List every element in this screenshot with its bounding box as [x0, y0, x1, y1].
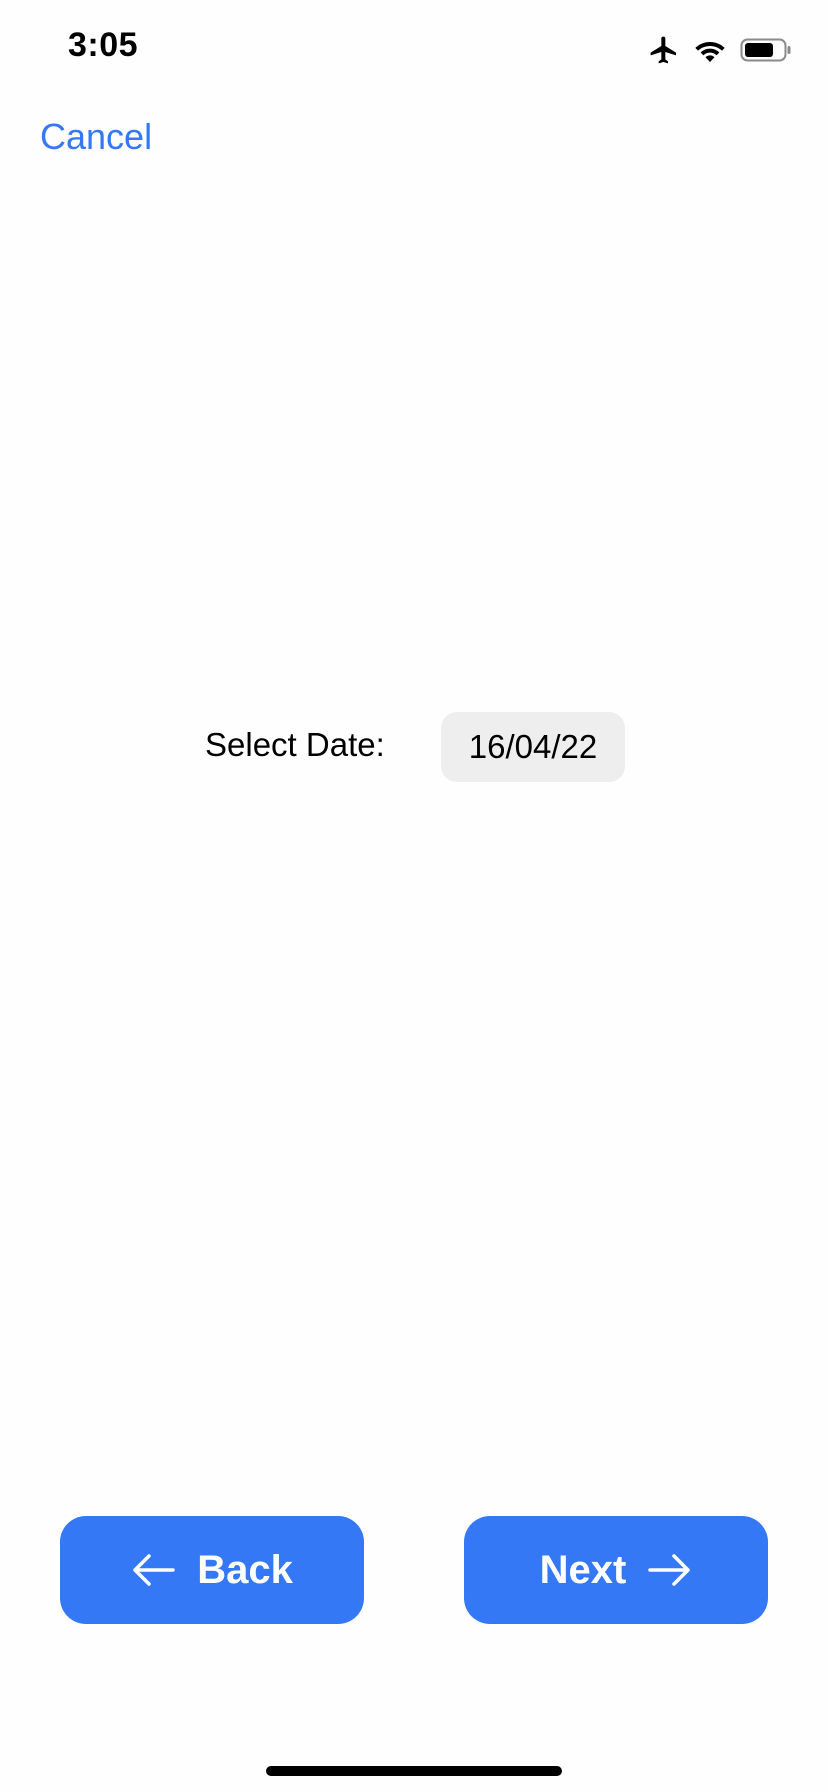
arrow-left-icon: [131, 1553, 175, 1587]
wifi-icon: [694, 37, 726, 63]
cancel-button[interactable]: Cancel: [40, 116, 152, 158]
home-indicator[interactable]: [266, 1766, 562, 1776]
date-value: 16/04/22: [468, 728, 598, 765]
date-row: Select Date: 16/04/22: [0, 712, 828, 782]
next-label: Next: [539, 1547, 627, 1592]
date-picker[interactable]: 16/04/22: [441, 712, 625, 782]
next-button[interactable]: Next: [464, 1516, 768, 1624]
arrow-right-icon: [648, 1553, 692, 1587]
date-label: Select Date:: [205, 726, 385, 763]
status-icons: [648, 34, 792, 66]
status-bar: 3:05: [0, 0, 828, 100]
airplane-icon: [648, 34, 680, 66]
screen: 3:05 Cancel Select Date: 16/04/22 Back N…: [0, 0, 828, 1792]
back-label: Back: [197, 1547, 293, 1592]
battery-icon: [740, 37, 792, 63]
back-button[interactable]: Back: [60, 1516, 364, 1624]
status-time: 3:05: [68, 26, 139, 64]
